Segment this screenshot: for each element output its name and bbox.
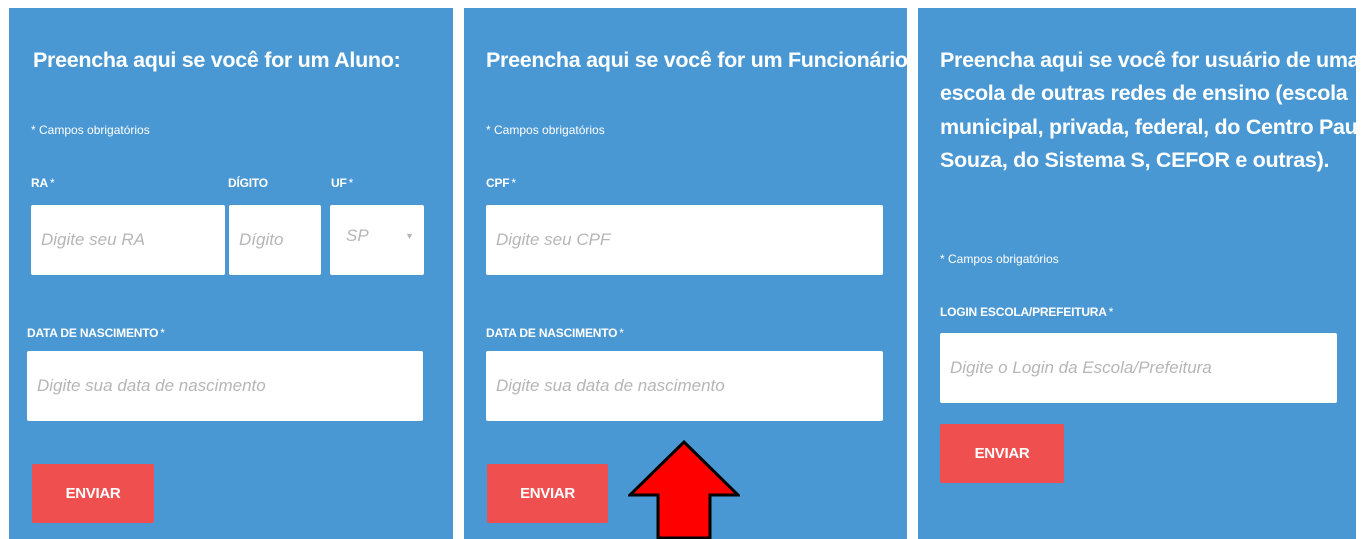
outras-redes-form-panel: Preencha aqui se você for usuário de uma… bbox=[918, 8, 1362, 539]
digito-input[interactable] bbox=[229, 205, 321, 275]
aluno-form-panel: Preencha aqui se você for um Aluno: * Ca… bbox=[9, 8, 453, 539]
submit-button[interactable]: ENVIAR bbox=[32, 464, 154, 523]
cpf-label: CPF * bbox=[486, 176, 516, 190]
required-fields-note: * Campos obrigatórios bbox=[31, 123, 150, 137]
uf-selected-value: SP bbox=[346, 226, 369, 245]
submit-button[interactable]: ENVIAR bbox=[940, 424, 1064, 483]
birth-date-input[interactable] bbox=[27, 351, 423, 421]
birth-date-label: DATA DE NASCIMENTO * bbox=[27, 326, 165, 340]
chevron-down-icon: ▼ bbox=[405, 231, 414, 241]
required-fields-note: * Campos obrigatórios bbox=[486, 123, 605, 137]
required-fields-note: * Campos obrigatórios bbox=[940, 252, 1059, 266]
ra-input[interactable] bbox=[31, 205, 225, 275]
funcionario-form-title: Preencha aqui se você for um Funcionário… bbox=[486, 48, 915, 72]
digito-label: DÍGITO bbox=[228, 176, 268, 190]
aluno-form-title: Preencha aqui se você for um Aluno: bbox=[33, 48, 401, 72]
birth-date-label: DATA DE NASCIMENTO * bbox=[486, 326, 624, 340]
ra-label: RA * bbox=[31, 176, 55, 190]
login-input[interactable] bbox=[940, 333, 1337, 403]
outras-redes-form-title: Preencha aqui se você for usuário de uma… bbox=[940, 48, 1362, 172]
login-label: LOGIN ESCOLA/PREFEITURA * bbox=[940, 305, 1114, 319]
up-arrow-icon bbox=[628, 440, 740, 539]
cpf-input[interactable] bbox=[486, 205, 883, 275]
birth-date-input[interactable] bbox=[486, 351, 883, 421]
uf-label: UF * bbox=[331, 176, 354, 190]
uf-select[interactable]: SP ▼ bbox=[330, 205, 424, 275]
submit-button[interactable]: ENVIAR bbox=[487, 464, 608, 523]
